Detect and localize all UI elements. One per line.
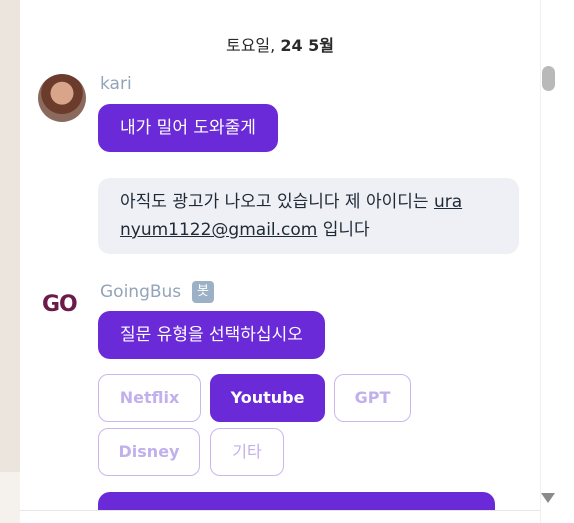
bot-badge: 봇 bbox=[192, 281, 214, 303]
message-text: 아직도 광고가 나오고 있습니다 제 아이디는 bbox=[120, 192, 434, 212]
date-divider: 토요일, 24 5월 bbox=[20, 32, 540, 56]
message-bubble[interactable]: 질문 유형을 선택하십시오 bbox=[98, 311, 325, 359]
background-bottom-left bbox=[0, 472, 20, 523]
scrollbar-thumb[interactable] bbox=[542, 66, 555, 91]
message-text: 내가 밀어 도와줄게 bbox=[120, 118, 256, 138]
email-link[interactable]: nyum1122@gmail.com bbox=[120, 220, 317, 240]
sender-name: kari bbox=[100, 74, 132, 94]
chat-panel[interactable]: 토요일, 24 5월 kari 내가 밀어 도와줄게 아직도 광고가 나오고 있… bbox=[20, 0, 560, 523]
message-text: 질문 유형을 선택하십시오 bbox=[120, 325, 303, 345]
message-bubble[interactable]: 내가 밀어 도와줄게 bbox=[98, 104, 278, 152]
goingbus-logo: GO bbox=[42, 292, 78, 317]
option-button-netflix[interactable]: Netflix bbox=[98, 374, 201, 422]
background-left bbox=[0, 0, 20, 523]
option-button-gpt[interactable]: GPT bbox=[334, 374, 411, 422]
option-button-disney[interactable]: Disney bbox=[98, 428, 200, 476]
sender-name: GoingBus bbox=[100, 282, 182, 302]
email-link[interactable]: ura bbox=[434, 192, 462, 212]
message-text: 입니다 bbox=[317, 220, 370, 240]
bottom-divider bbox=[20, 510, 560, 523]
date-rest: 24 5월 bbox=[280, 36, 335, 55]
option-button-other[interactable]: 기타 bbox=[210, 428, 284, 476]
message-bubble[interactable]: 아직도 광고가 나오고 있습니다 제 아이디는 ura nyum1122@gmai… bbox=[98, 178, 519, 254]
avatar[interactable] bbox=[38, 74, 86, 122]
scroll-down-arrow-icon[interactable] bbox=[541, 493, 555, 503]
date-day: 토요일, bbox=[225, 36, 276, 55]
option-button-youtube[interactable]: Youtube bbox=[210, 374, 325, 422]
